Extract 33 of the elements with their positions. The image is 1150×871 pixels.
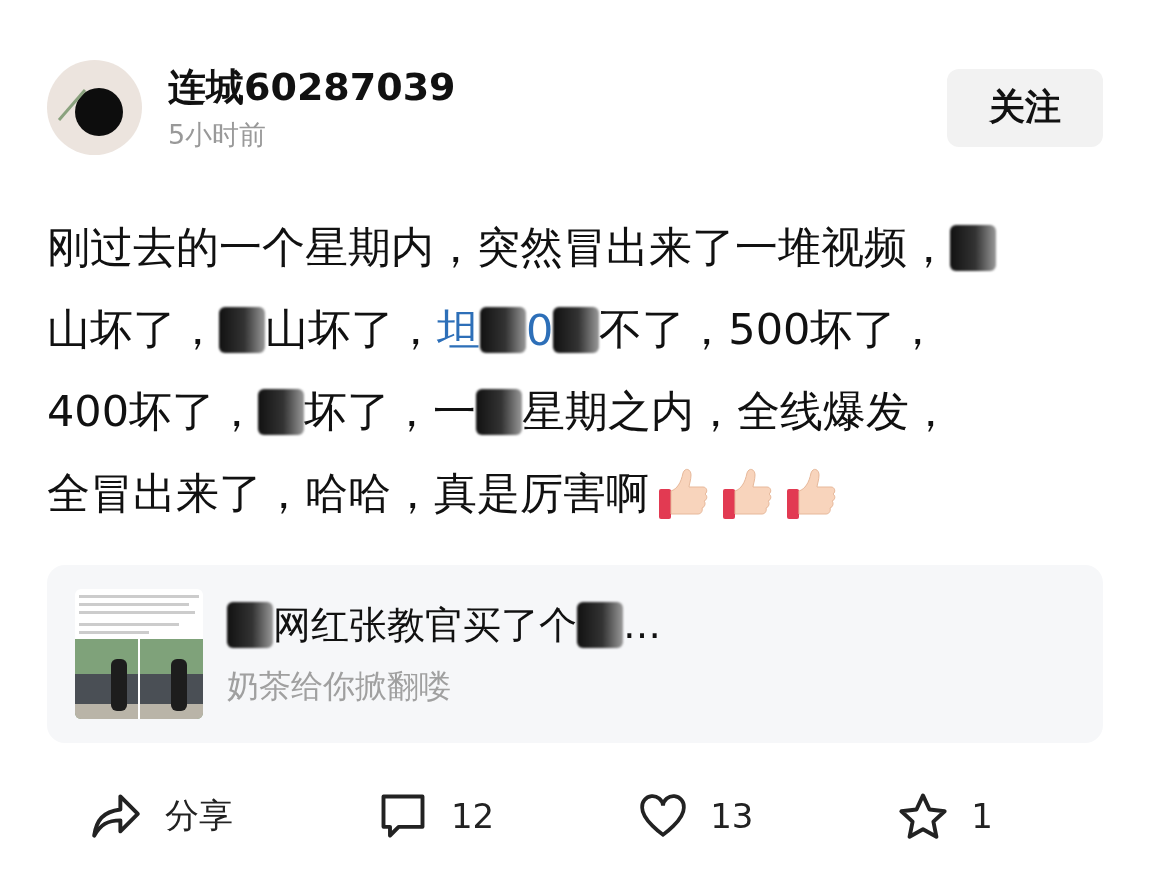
- heart-icon: [638, 793, 689, 839]
- topic-link[interactable]: 0: [526, 305, 554, 355]
- source-name: 奶茶给你掀翻喽: [227, 665, 452, 707]
- topic-link[interactable]: 坦: [437, 301, 480, 359]
- post-text: 坏了，一: [304, 385, 477, 438]
- redaction-mark: [553, 307, 600, 353]
- redaction-mark: [480, 307, 526, 353]
- comment-button[interactable]: 12: [376, 791, 495, 841]
- avatar[interactable]: [47, 60, 142, 155]
- share-button[interactable]: 分享: [89, 791, 233, 841]
- redaction-mark: [227, 602, 273, 648]
- star-button[interactable]: 1: [897, 791, 993, 841]
- post-text: 400坏了，: [47, 385, 259, 438]
- like-button[interactable]: 13: [638, 791, 754, 841]
- post-text: 刚过去的一个星期内，突然冒出来了一堆视频，: [47, 221, 950, 274]
- post-text: 山坏了，: [265, 303, 437, 356]
- post-text: …: [623, 603, 661, 647]
- share-icon: [89, 792, 143, 840]
- author-name[interactable]: 连城60287039: [168, 62, 921, 113]
- redaction-mark: [476, 389, 523, 435]
- post-text: 星期之内，全线爆发，: [522, 385, 953, 438]
- linked-post-card[interactable]: 网红张教官买了个 … 奶茶给你掀翻喽: [47, 565, 1103, 743]
- star-icon: [897, 791, 950, 841]
- post-text: 山坏了，: [47, 303, 219, 356]
- redaction-mark: [258, 389, 305, 435]
- post-text: 不了，500坏了，: [599, 303, 940, 356]
- post-time: 5小时前: [168, 118, 268, 152]
- post-text: 网红张教官买了个: [273, 601, 577, 649]
- redaction-mark: [950, 225, 996, 271]
- redaction-mark: [577, 602, 623, 648]
- follow-button[interactable]: 关注: [947, 68, 1103, 147]
- redaction-mark: [219, 307, 265, 353]
- post-text: 全冒出来了，哈哈，真是厉害啊: [47, 467, 649, 520]
